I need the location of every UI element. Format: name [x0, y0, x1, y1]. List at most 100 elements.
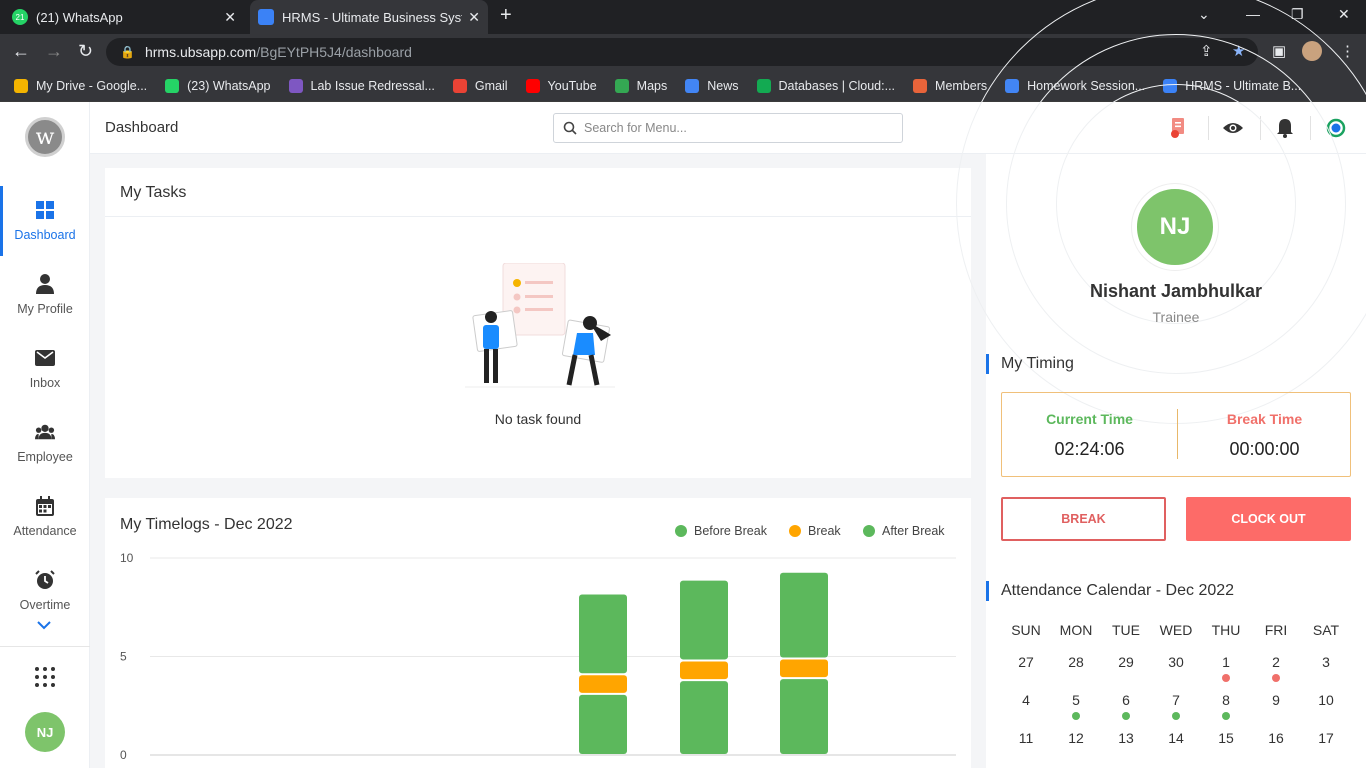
- sidebar-item-employee[interactable]: Employee: [0, 408, 90, 478]
- calendar-day[interactable]: 1: [1201, 654, 1251, 682]
- person-icon: [35, 274, 55, 294]
- calendar-day[interactable]: 16: [1251, 730, 1301, 746]
- bar-segment-break[interactable]: [579, 675, 627, 693]
- bookmark-item[interactable]: Members: [913, 78, 987, 93]
- grid-icon: [35, 200, 55, 220]
- calendar-day[interactable]: 9: [1251, 692, 1301, 708]
- reload-icon[interactable]: ↻: [78, 41, 93, 62]
- calendar-day[interactable]: 27: [1001, 654, 1051, 670]
- calendar-day[interactable]: 4: [1001, 692, 1051, 708]
- bookmark-favicon-icon: [525, 78, 540, 93]
- bookmark-item[interactable]: Lab Issue Redressal...: [288, 78, 435, 93]
- sidebar-item-my-profile[interactable]: My Profile: [0, 260, 90, 330]
- bookmark-item[interactable]: Gmail: [452, 78, 508, 93]
- app-logo[interactable]: w: [25, 117, 65, 157]
- sidebar-item-inbox[interactable]: Inbox: [0, 334, 90, 404]
- bar-segment-before[interactable]: [579, 694, 627, 754]
- calendar-day-number: 16: [1268, 730, 1284, 746]
- avatar: NJ: [1132, 184, 1218, 270]
- legend-swatch: [789, 525, 801, 537]
- bookmark-item[interactable]: Databases | Cloud:...: [756, 78, 895, 93]
- bookmark-item[interactable]: YouTube: [525, 78, 597, 93]
- calendar-day[interactable]: 29: [1101, 654, 1151, 670]
- sidebar-item-dashboard[interactable]: Dashboard: [0, 186, 90, 256]
- close-tab-icon[interactable]: ✕: [224, 9, 236, 26]
- calendar-day-number: 10: [1318, 692, 1334, 708]
- browser-tab-hrms[interactable]: HRMS - Ultimate Business Systen ✕: [250, 0, 488, 34]
- sidebar-item-label: Overtime: [19, 598, 71, 612]
- weekday-label: FRI: [1264, 622, 1288, 638]
- avatar[interactable]: NJ: [25, 712, 65, 752]
- calendar-day[interactable]: 13: [1101, 730, 1151, 746]
- calendar-day[interactable]: 14: [1151, 730, 1201, 746]
- current-time-value: 02:24:06: [1054, 439, 1125, 459]
- calendar-day[interactable]: 15: [1201, 730, 1251, 746]
- legend-label: Before Break: [694, 524, 767, 538]
- back-icon[interactable]: ←: [12, 41, 30, 62]
- bar-segment-break[interactable]: [780, 659, 828, 678]
- legend-break[interactable]: Break: [789, 524, 841, 538]
- bookmark-favicon-icon: [685, 78, 700, 93]
- bar-segment-after[interactable]: [579, 594, 627, 674]
- sidebar-item-attendance[interactable]: Attendance: [0, 482, 90, 552]
- bar-segment-before[interactable]: [780, 679, 828, 754]
- calendar-day[interactable]: 5: [1051, 692, 1101, 720]
- calendar-day[interactable]: 10: [1301, 692, 1351, 708]
- calendar-day[interactable]: 30: [1151, 654, 1201, 670]
- lock-icon: 🔒: [120, 45, 135, 59]
- legend-before-break[interactable]: Before Break: [675, 524, 767, 538]
- search-placeholder: Search for Menu...: [584, 121, 687, 135]
- calendar-day[interactable]: 7: [1151, 692, 1201, 720]
- hrms-favicon-icon: [258, 9, 274, 25]
- bookmark-item[interactable]: News: [685, 78, 739, 93]
- calendar-day[interactable]: 17: [1301, 730, 1351, 746]
- section-accent: [986, 354, 989, 374]
- calendar-day[interactable]: 3: [1301, 654, 1351, 670]
- bar-segment-before[interactable]: [680, 681, 728, 754]
- calendar-day-number: 3: [1322, 654, 1330, 670]
- legend-label: Break: [808, 524, 841, 538]
- break-button[interactable]: BREAK: [1001, 497, 1166, 541]
- calendar-day-number: 28: [1068, 654, 1084, 670]
- calendar-day[interactable]: 12: [1051, 730, 1101, 746]
- calendar-day-number: 4: [1022, 692, 1030, 708]
- calendar-day-number: 12: [1068, 730, 1084, 746]
- calendar-day[interactable]: 8: [1201, 692, 1251, 720]
- sidebar-item-overtime[interactable]: Overtime: [0, 556, 90, 626]
- calendar-day-number: 8: [1222, 692, 1230, 708]
- weekday-label: THU: [1211, 622, 1241, 638]
- calendar-day[interactable]: 6: [1101, 692, 1151, 720]
- calendar-day-number: 30: [1168, 654, 1184, 670]
- profile-role: Trainee: [1152, 309, 1200, 325]
- tab-title: (21) WhatsApp: [36, 9, 123, 25]
- browser-tab-whatsapp[interactable]: 21 (21) WhatsApp ✕: [12, 0, 244, 34]
- bookmark-item[interactable]: Maps: [614, 78, 668, 93]
- bookmark-item[interactable]: My Drive - Google...: [14, 78, 147, 93]
- bookmark-item[interactable]: (23) WhatsApp: [165, 78, 271, 93]
- close-window-icon[interactable]: ✕: [1338, 6, 1350, 23]
- bookmark-favicon-icon: [165, 78, 180, 93]
- forward-icon[interactable]: →: [45, 41, 63, 62]
- search-input[interactable]: Search for Menu...: [553, 113, 903, 143]
- calendar-day[interactable]: 2: [1251, 654, 1301, 682]
- weekday-label: TUE: [1112, 622, 1140, 638]
- bar-segment-after[interactable]: [780, 572, 828, 658]
- clock-out-button[interactable]: CLOCK OUT: [1186, 497, 1351, 541]
- new-tab-icon[interactable]: +: [500, 4, 512, 27]
- weekday-label: WED: [1159, 622, 1193, 638]
- bookmark-label: Maps: [636, 78, 668, 93]
- bookmark-label: YouTube: [547, 78, 597, 93]
- y-tick-label: 0: [120, 748, 127, 762]
- calendar-day-number: 27: [1018, 654, 1034, 670]
- calendar-day[interactable]: 11: [1001, 730, 1051, 746]
- bar-segment-break[interactable]: [680, 661, 728, 680]
- bar-segment-after[interactable]: [680, 580, 728, 660]
- calendar-day[interactable]: 28: [1051, 654, 1101, 670]
- apps-grid-icon[interactable]: [35, 667, 55, 687]
- calendar-day-number: 2: [1272, 654, 1280, 670]
- chevron-down-icon[interactable]: [37, 617, 51, 633]
- menu-dots-icon[interactable]: ⋮: [1340, 42, 1355, 60]
- calendar-day-number: 13: [1118, 730, 1134, 746]
- legend-after-break[interactable]: After Break: [863, 524, 945, 538]
- close-tab-icon[interactable]: ✕: [468, 9, 480, 26]
